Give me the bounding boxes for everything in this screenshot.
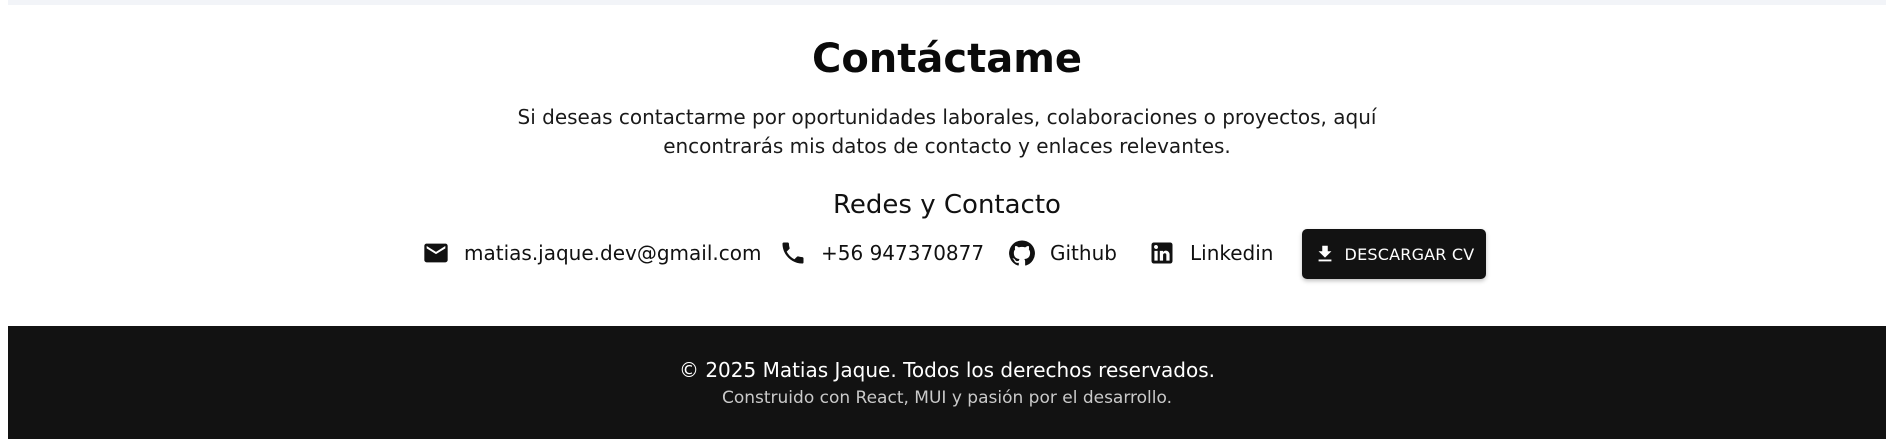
page: Contáctame Si deseas contactarme por opo… (0, 0, 1894, 439)
linkedin-icon (1148, 239, 1176, 267)
contact-title: Contáctame (811, 36, 1083, 82)
phone-link[interactable]: +56 947370877 (779, 227, 984, 279)
linkedin-link[interactable]: Linkedin (1148, 227, 1273, 279)
footer-copyright: © 2025 Matias Jaque. Todos los derechos … (678, 358, 1216, 382)
github-link[interactable]: Github (1008, 227, 1117, 279)
email-label: matias.jaque.dev@gmail.com (464, 241, 762, 265)
download-cv-label: DESCARGAR CV (1344, 244, 1475, 264)
contact-subtitle: Redes y Contacto (833, 190, 1061, 220)
contact-section: Contáctame Si deseas contactarme por opo… (8, 5, 1886, 325)
linkedin-label: Linkedin (1190, 241, 1274, 265)
contact-links-row: matias.jaque.dev@gmail.com +56 947370877… (8, 227, 1886, 279)
download-cv-button[interactable]: DESCARGAR CV (1302, 229, 1486, 279)
download-icon (1314, 243, 1336, 265)
github-label: Github (1050, 241, 1117, 265)
github-icon (1008, 239, 1036, 267)
footer-built-with: Construido con React, MUI y pasión por e… (721, 388, 1173, 408)
phone-icon (779, 239, 807, 267)
mail-icon (422, 239, 450, 267)
email-link[interactable]: matias.jaque.dev@gmail.com (422, 227, 761, 279)
phone-label: +56 947370877 (821, 241, 985, 265)
footer: © 2025 Matias Jaque. Todos los derechos … (8, 326, 1886, 439)
contact-description: Si deseas contactarme por oportunidades … (517, 105, 1377, 158)
